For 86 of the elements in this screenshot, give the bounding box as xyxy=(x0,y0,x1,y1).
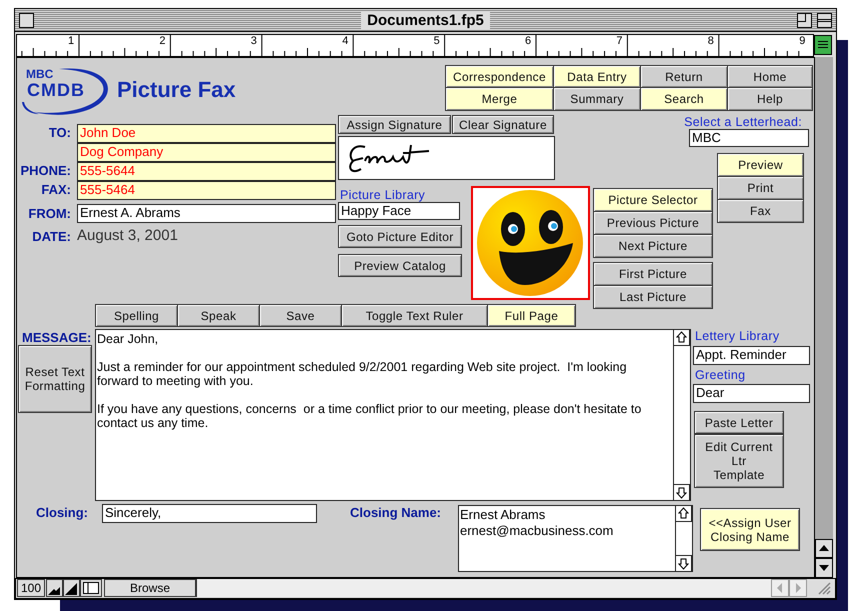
closing-name-field[interactable]: Ernest Abrams ernest@macbusiness.com xyxy=(458,505,693,572)
closing-field[interactable]: Sincerely, xyxy=(102,504,317,523)
zoom-in-icon[interactable] xyxy=(63,579,80,597)
section-label: Greeting xyxy=(695,368,746,382)
nav-button[interactable]: Data Entry xyxy=(553,65,641,88)
field-label: TO: xyxy=(48,125,71,140)
from-field[interactable]: Ernest A. Abrams xyxy=(77,204,336,223)
ruler-number: 9 xyxy=(799,35,806,47)
output-button[interactable]: Print xyxy=(717,176,804,200)
picture-nav-button[interactable]: Previous Picture xyxy=(593,211,713,235)
ruler-number: 4 xyxy=(342,35,348,47)
output-button[interactable]: Fax xyxy=(717,199,804,223)
section-label: Picture Library xyxy=(340,188,426,202)
status-area-icon[interactable] xyxy=(80,579,102,597)
ruler-toggle-icon[interactable] xyxy=(814,35,832,55)
nav-button[interactable]: Return xyxy=(640,65,728,88)
fax-field[interactable]: 555-5464 xyxy=(77,181,336,200)
reset-formatting-button[interactable]: Reset Text Formatting xyxy=(18,345,92,413)
letter-library-field[interactable]: Appt. Reminder xyxy=(693,346,810,365)
assign-signature-button[interactable]: Assign Signature xyxy=(338,115,451,134)
phone-field[interactable]: 555-5644 xyxy=(77,162,336,181)
assign-closing-name-button[interactable]: <<Assign User Closing Name xyxy=(700,508,800,551)
nav-button[interactable]: Search xyxy=(640,87,728,111)
picture-nav-button[interactable]: First Picture xyxy=(593,262,713,286)
field-label: Closing Name: xyxy=(350,505,442,520)
ruler-number: 3 xyxy=(250,35,257,47)
closing-name-line: Ernest Abrams xyxy=(460,507,546,523)
collapse-box-icon[interactable] xyxy=(817,13,832,28)
ruler-number: 6 xyxy=(525,35,532,47)
output-button[interactable]: Preview xyxy=(717,153,804,177)
letterhead-field[interactable]: MBC xyxy=(689,129,809,147)
zoom-out-icon[interactable] xyxy=(46,579,63,597)
vertical-scrollbar[interactable] xyxy=(815,57,833,539)
section-label: Lettery Library xyxy=(695,329,780,343)
window-title: Documents1.fp5 xyxy=(361,12,490,28)
section-label: Select a Letterhead: xyxy=(684,115,802,129)
field-label: FAX: xyxy=(41,182,71,197)
edit-template-button[interactable]: Edit Current Ltr Template xyxy=(694,434,784,488)
ruler-number: 8 xyxy=(708,35,714,47)
nav-button[interactable]: Merge xyxy=(445,87,554,111)
field-label: Closing: xyxy=(36,505,88,520)
picture-library-field[interactable]: Happy Face xyxy=(338,202,460,220)
message-paragraph: Dear John, xyxy=(97,332,160,346)
nav-button[interactable]: Home xyxy=(727,65,813,88)
ruler-number: 1 xyxy=(68,35,74,47)
nav-button[interactable]: Summary xyxy=(553,87,641,111)
ruler-number: 7 xyxy=(616,35,623,47)
preview-catalog-button[interactable]: Preview Catalog xyxy=(338,254,462,277)
picture-nav-button[interactable]: Last Picture xyxy=(593,285,713,309)
save-button[interactable]: Save xyxy=(259,304,342,327)
paste-letter-button[interactable]: Paste Letter xyxy=(694,411,784,434)
zoom-box-icon[interactable] xyxy=(797,13,812,28)
goto-picture-editor-button[interactable]: Goto Picture Editor xyxy=(338,225,462,248)
page-title: Picture Fax xyxy=(117,77,236,103)
company-field[interactable]: Dog Company xyxy=(77,143,336,162)
picture-nav-button[interactable]: Picture Selector xyxy=(593,188,713,212)
message-paragraph: Just a reminder for our appointment scheduled 9/2/2001 regarding Web site project. I'm looking forward to meeting with you. xyxy=(97,360,628,388)
greeting-field[interactable]: Dear xyxy=(693,384,810,403)
nav-button[interactable]: Help xyxy=(727,87,813,111)
field-label: DATE: xyxy=(32,229,71,244)
spelling-button[interactable]: Spelling xyxy=(95,304,178,327)
logo-swoosh-icon xyxy=(19,66,111,118)
toggle-ruler-button[interactable]: Toggle Text Ruler xyxy=(341,304,488,327)
logo-text: CMDB xyxy=(27,80,85,101)
picture-nav-button[interactable]: Next Picture xyxy=(593,234,713,258)
message-field[interactable] xyxy=(95,329,691,501)
message-scrollbar[interactable] xyxy=(673,330,690,500)
field-label: MESSAGE: xyxy=(22,330,92,345)
closing-name-line: ernest@macbusiness.com xyxy=(460,523,614,539)
full-page-button[interactable]: Full Page xyxy=(487,304,576,327)
date-value: August 3, 2001 xyxy=(77,227,178,244)
closing-scrollbar[interactable] xyxy=(675,506,692,571)
message-paragraph: If you have any questions, concerns or a time conflict prior to our meeting, please don't hesitate to contact us any time. xyxy=(97,402,642,430)
to-field[interactable]: John Doe xyxy=(77,124,336,143)
close-box-icon[interactable] xyxy=(19,13,34,28)
speak-button[interactable]: Speak xyxy=(177,304,260,327)
field-label: FROM: xyxy=(28,206,71,221)
mode-selector[interactable]: Browse xyxy=(104,579,196,597)
clear-signature-button[interactable]: Clear Signature xyxy=(452,115,554,134)
zoom-level[interactable]: 100 xyxy=(17,579,45,597)
nav-button[interactable]: Correspondence xyxy=(445,65,554,88)
ruler-number: 5 xyxy=(434,35,440,47)
horizontal-scrollbar[interactable] xyxy=(196,579,771,597)
field-label: PHONE: xyxy=(20,163,71,178)
ruler-number: 2 xyxy=(159,35,166,47)
logo-text: MBC xyxy=(26,67,54,81)
